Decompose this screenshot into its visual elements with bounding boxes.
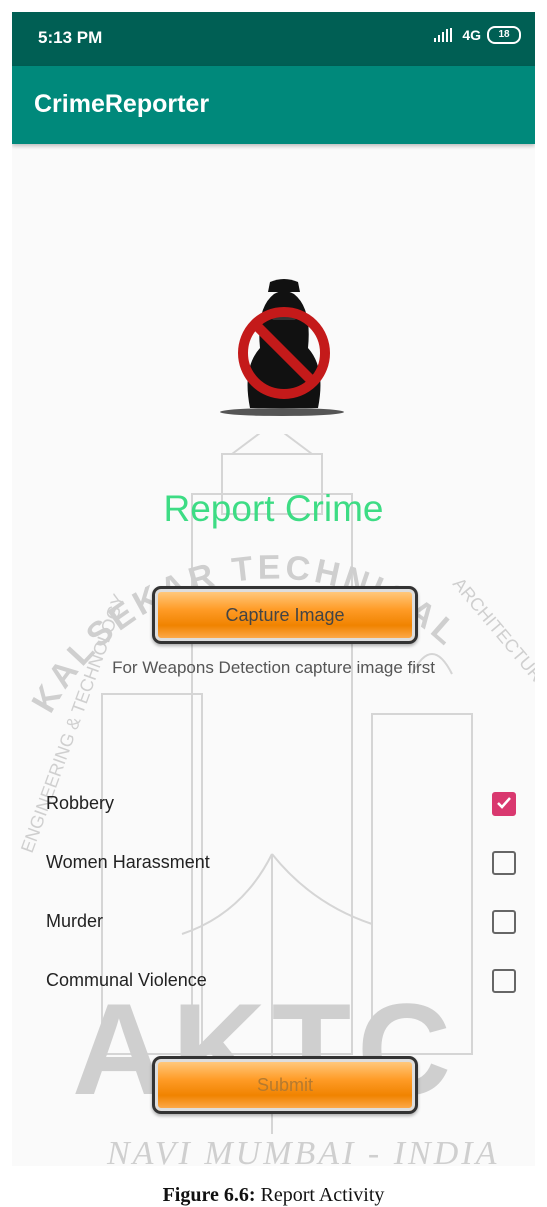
option-label: Murder bbox=[46, 911, 104, 931]
app-bar: CrimeReporter bbox=[12, 66, 535, 144]
option-women-harassment[interactable]: Women Harassment bbox=[12, 843, 535, 883]
robbery-checkbox[interactable] bbox=[492, 792, 516, 816]
option-label: Robbery bbox=[46, 793, 115, 813]
status-bar: 5:13 PM 4G 18 bbox=[12, 12, 535, 66]
watermark-bottom-text: NAVI MUMBAI - INDIA bbox=[106, 1135, 499, 1166]
report-content: KALSEKAR TECHNICAL ENGINEERING & TECHNOL… bbox=[12, 144, 535, 1166]
weapons-detection-hint: For Weapons Detection capture image firs… bbox=[112, 658, 435, 677]
battery-icon: 18 bbox=[487, 26, 521, 44]
figure-label: Figure 6.6: bbox=[162, 1184, 256, 1206]
option-label: Women Harassment bbox=[46, 852, 210, 872]
option-communal-violence[interactable]: Communal Violence bbox=[12, 961, 535, 1001]
submit-button[interactable]: Submit bbox=[152, 1056, 418, 1114]
communal-violence-checkbox[interactable] bbox=[492, 969, 516, 993]
checkmark-icon bbox=[497, 797, 511, 809]
figure-text: Report Activity bbox=[260, 1184, 385, 1206]
murder-checkbox[interactable] bbox=[492, 910, 516, 934]
no-crime-hooded-figure-icon bbox=[220, 279, 344, 416]
figure-caption: Figure 6.6: Report Activity bbox=[0, 1184, 547, 1207]
women-harassment-checkbox[interactable] bbox=[492, 851, 516, 875]
report-crime-title: Report Crime bbox=[163, 488, 384, 529]
option-murder[interactable]: Murder bbox=[12, 902, 535, 942]
capture-image-button[interactable]: Capture Image bbox=[152, 586, 418, 644]
app-title: CrimeReporter bbox=[34, 90, 210, 118]
status-icons: 4G 18 bbox=[434, 26, 521, 44]
signal-icon bbox=[434, 28, 453, 42]
phone-screen: 5:13 PM 4G 18 CrimeReporter KALSEK R TEC… bbox=[12, 12, 535, 1166]
battery-level: 18 bbox=[498, 29, 510, 40]
option-label: Communal Violence bbox=[46, 970, 207, 990]
network-type: 4G bbox=[462, 27, 481, 43]
option-robbery[interactable]: Robbery bbox=[12, 784, 535, 824]
status-time: 5:13 PM bbox=[38, 28, 103, 47]
